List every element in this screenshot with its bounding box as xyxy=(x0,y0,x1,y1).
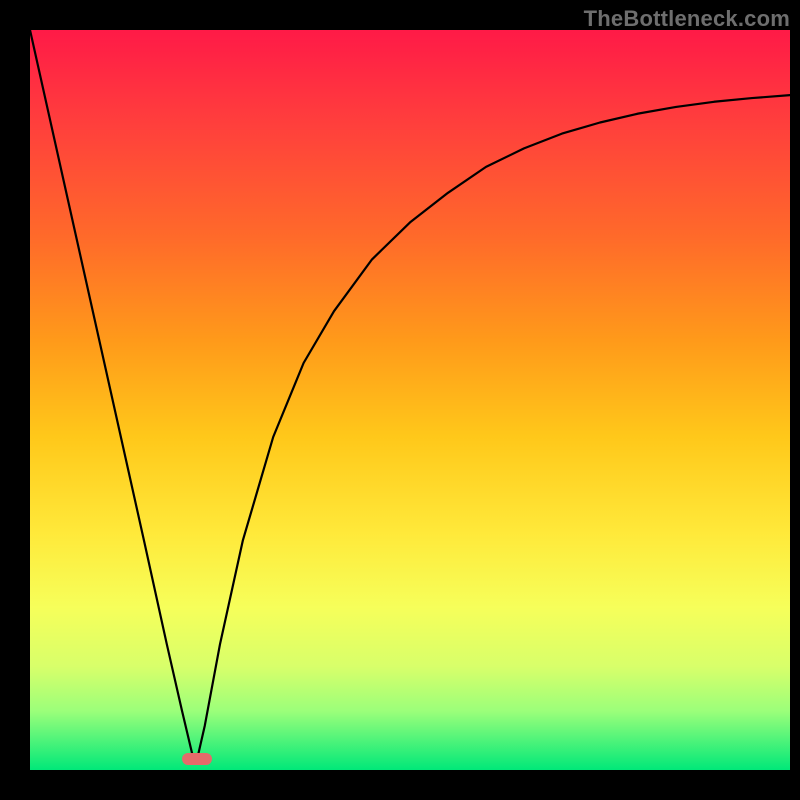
curve-svg xyxy=(30,30,790,770)
watermark-text: TheBottleneck.com xyxy=(584,6,790,32)
chart-frame: TheBottleneck.com xyxy=(0,0,800,800)
bottleneck-curve xyxy=(30,30,790,759)
minimum-marker xyxy=(182,753,212,765)
plot-area xyxy=(30,30,790,770)
